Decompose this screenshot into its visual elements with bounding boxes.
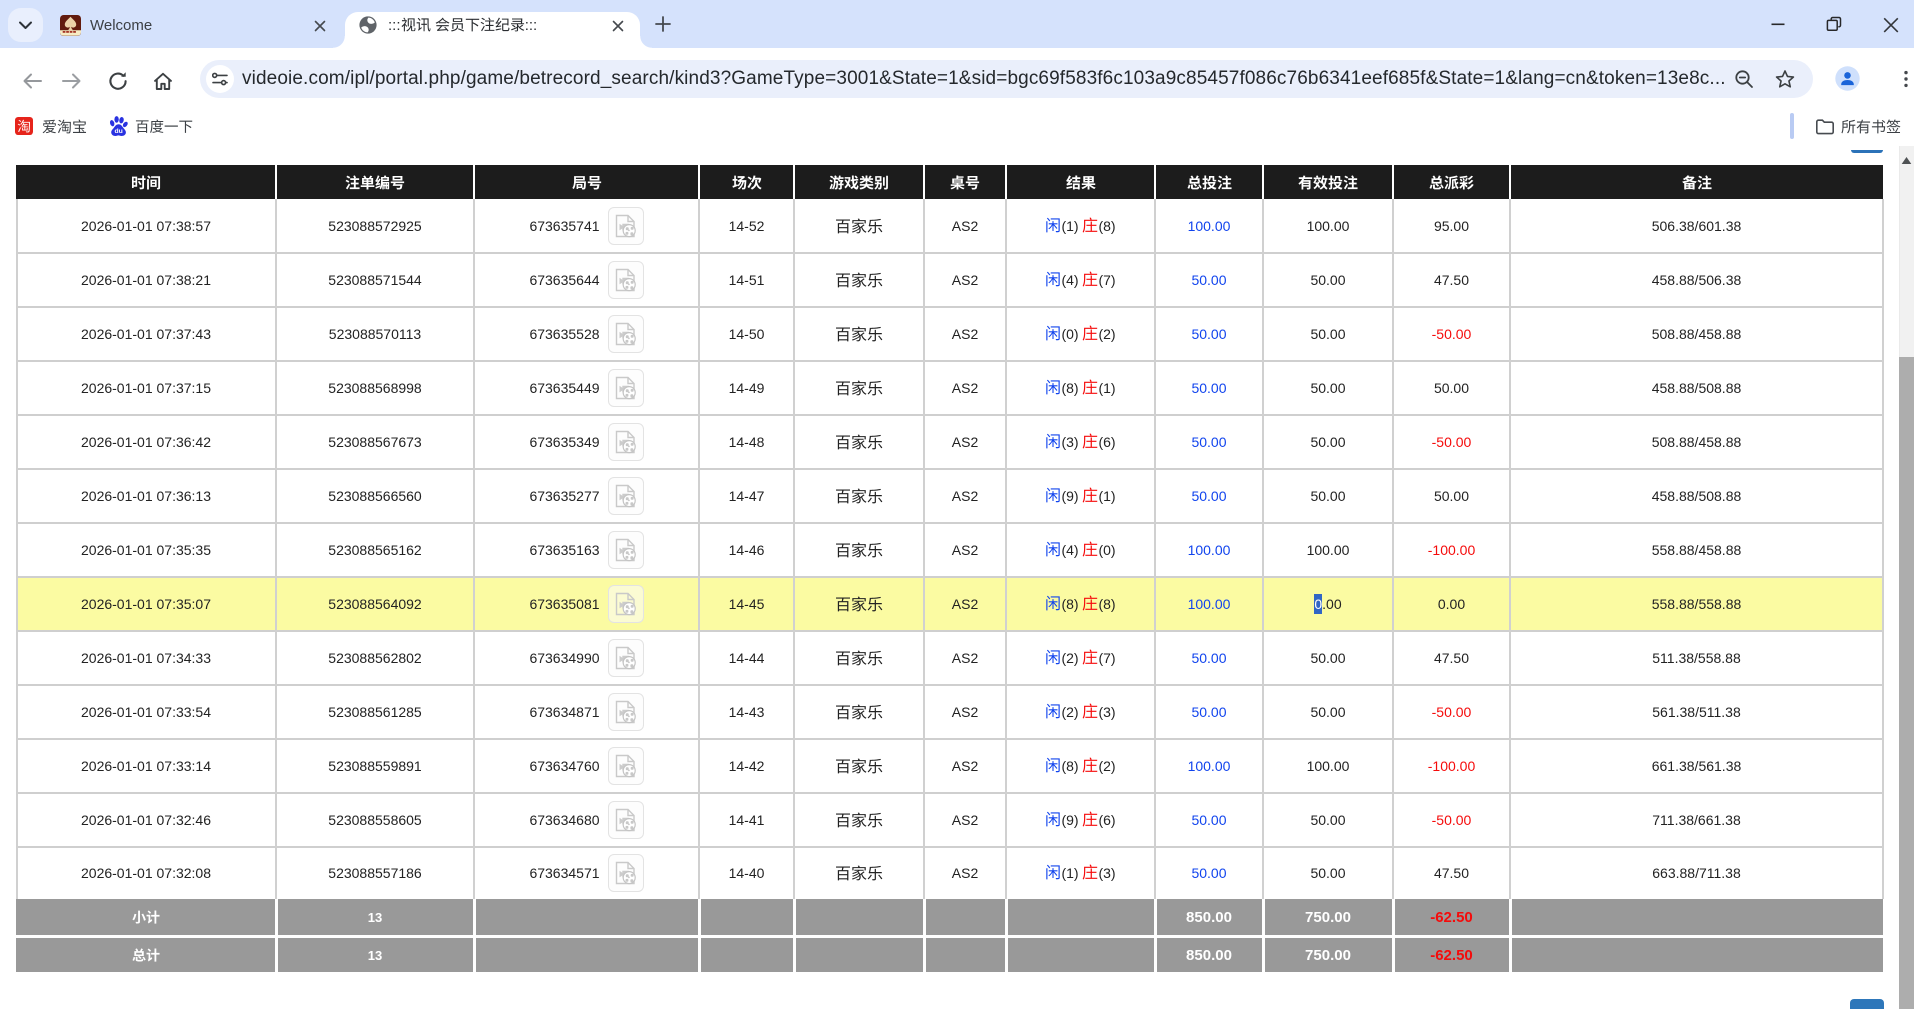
svg-text:du: du bbox=[114, 128, 122, 135]
